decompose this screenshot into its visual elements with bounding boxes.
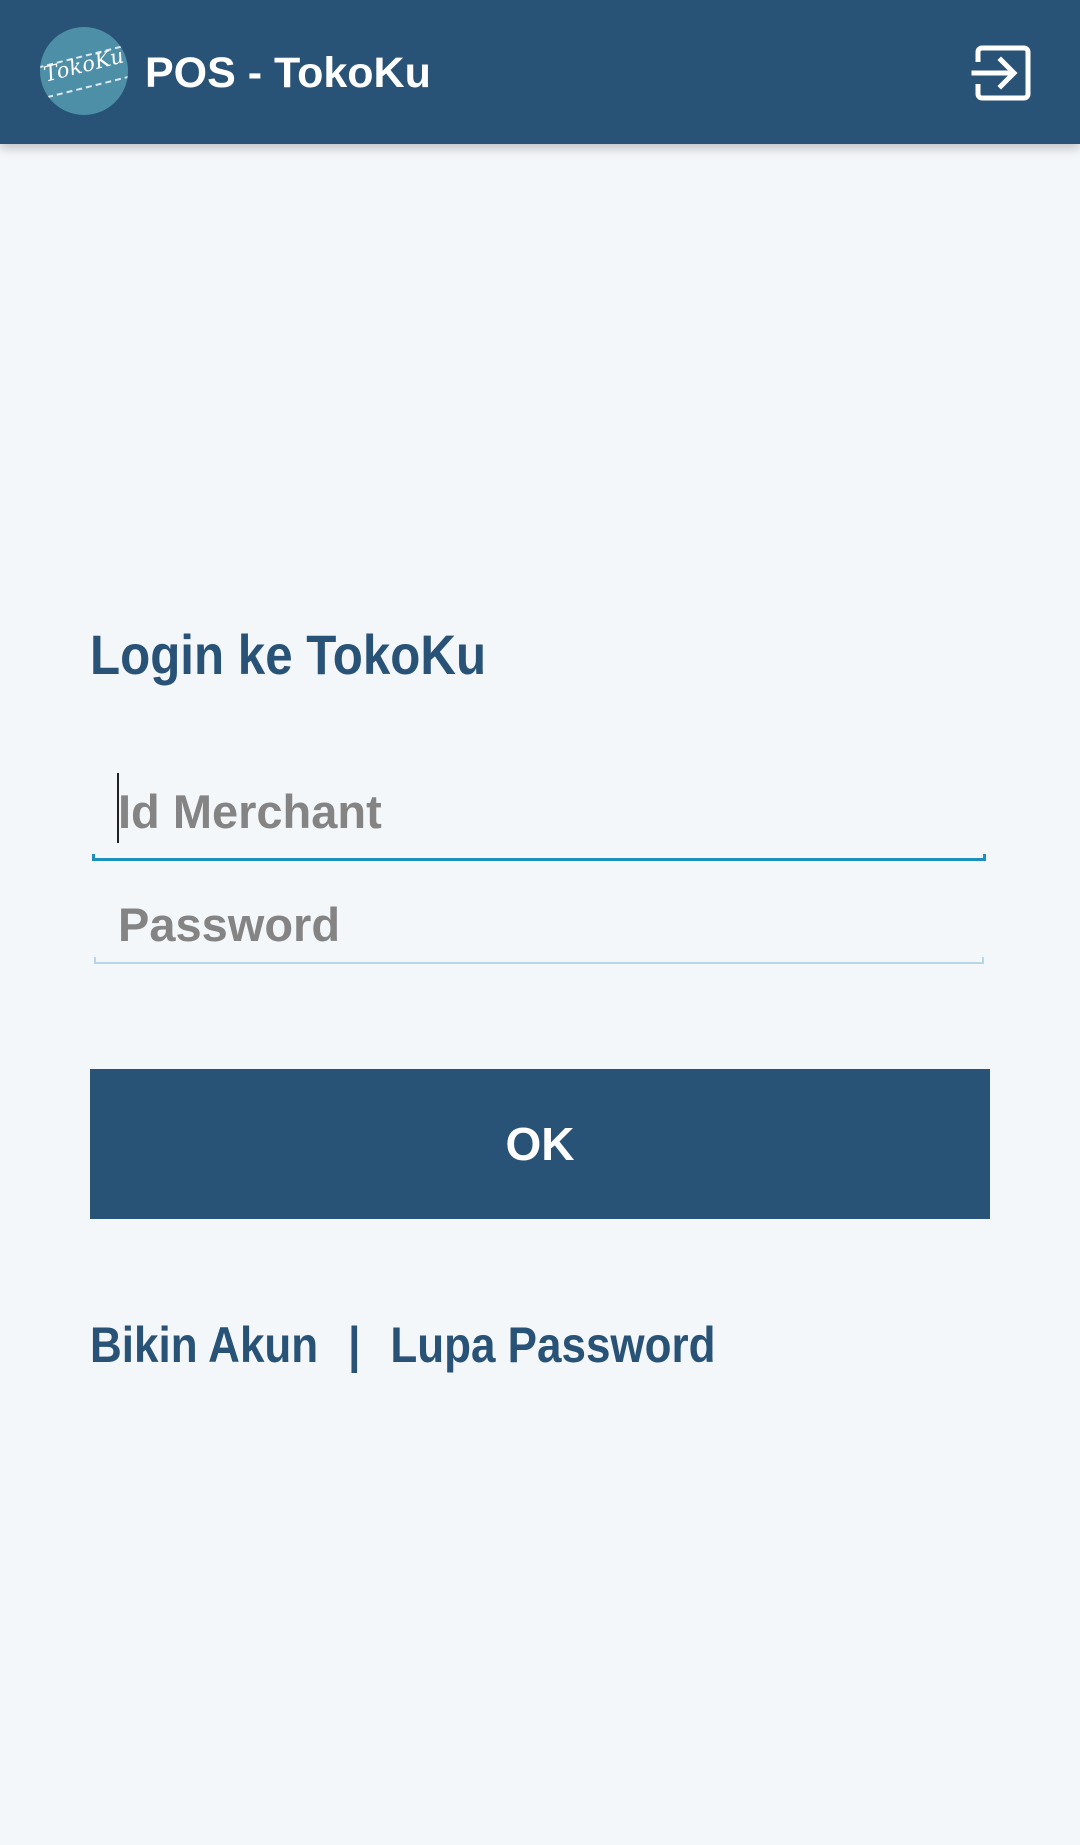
password-underline (94, 957, 984, 964)
app-title: POS - TokoKu (145, 49, 431, 97)
login-icon-graphic (971, 45, 1031, 101)
merchant-id-underline (92, 854, 986, 861)
ok-button[interactable]: OK (90, 1069, 990, 1219)
account-links: Bikin Akun | Lupa Password (90, 1310, 716, 1380)
merchant-id-field[interactable] (92, 761, 986, 861)
merchant-id-input[interactable] (92, 761, 986, 861)
tokoku-logo: TokoKu (40, 27, 128, 115)
link-separator: | (348, 1317, 361, 1373)
create-account-link[interactable]: Bikin Akun (90, 1316, 318, 1374)
login-icon[interactable] (970, 40, 1034, 104)
text-cursor (117, 773, 119, 843)
app-bar: TokoKu POS - TokoKu (0, 0, 1080, 144)
login-heading: Login ke TokoKu (90, 623, 487, 686)
forgot-password-link[interactable]: Lupa Password (390, 1316, 715, 1374)
password-field[interactable] (92, 874, 986, 974)
